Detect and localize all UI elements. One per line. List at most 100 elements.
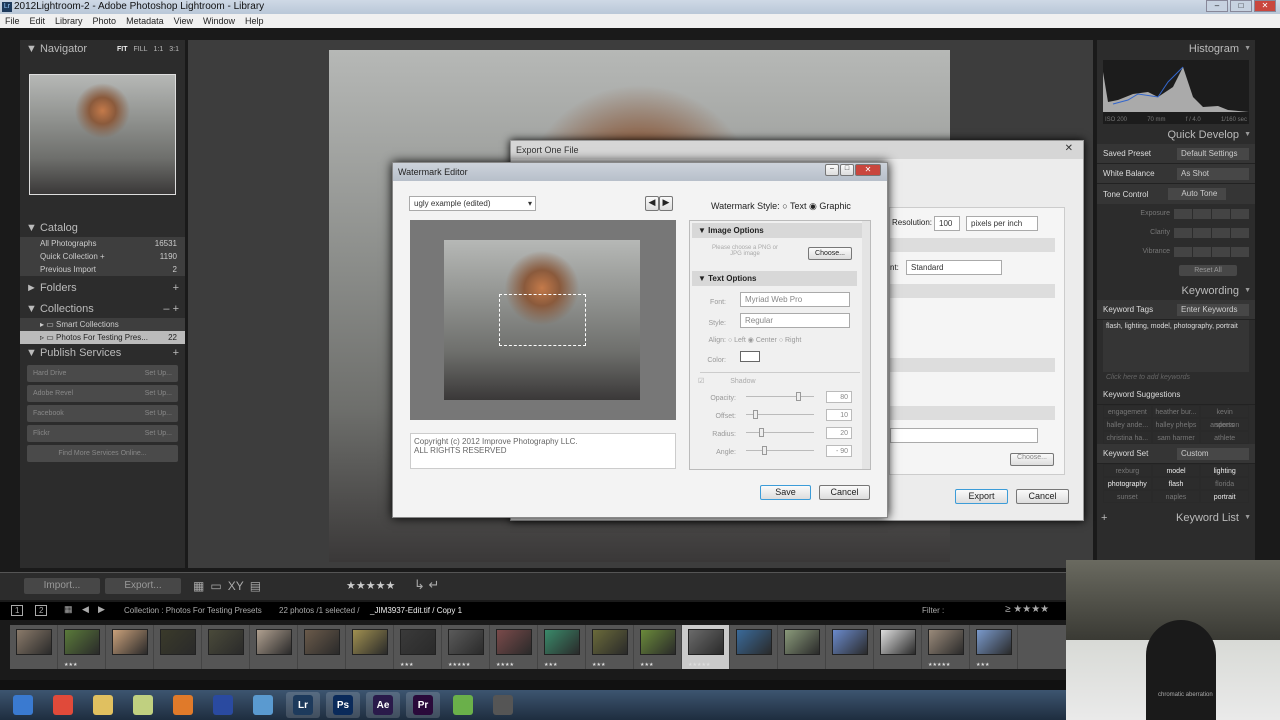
taskbar-notes-icon[interactable] — [126, 692, 160, 718]
maximize-button[interactable]: □ — [1230, 0, 1252, 12]
choose-image-button[interactable]: Choose... — [808, 247, 852, 260]
export-choose-button[interactable]: Choose... — [1010, 453, 1054, 466]
folders-header[interactable]: ► Folders + — [20, 279, 185, 297]
wm-minimize-button[interactable]: – — [825, 164, 839, 176]
taskbar-evernote-icon[interactable] — [446, 692, 480, 718]
menu-photo[interactable]: Photo — [93, 14, 117, 28]
filmstrip-thumbnail[interactable]: ★★★★★ — [442, 625, 490, 669]
filmstrip-thumbnail[interactable] — [10, 625, 58, 669]
collection-photos-for-testing[interactable]: ▹ ▭ Photos For Testing Pres... 22 — [20, 331, 185, 344]
selected-file[interactable]: _JIM3937-Edit.tif / Copy 1 — [370, 606, 462, 615]
watermark-text-field[interactable]: Copyright (c) 2012 Improve Photography L… — [410, 433, 676, 469]
rotate-left-icon[interactable]: ↳ — [414, 577, 425, 592]
source-path[interactable]: Collection : Photos For Testing Presets — [124, 606, 262, 615]
zoom-3-1[interactable]: 3:1 — [169, 46, 179, 53]
filmstrip-thumbnail[interactable]: ★★★★ — [490, 625, 538, 669]
keyword-suggestion[interactable]: halley ande... — [1103, 418, 1152, 431]
publish-adobe-revel[interactable]: Adobe Revel Set Up... — [27, 385, 178, 402]
keyword-tags-mode-select[interactable]: Enter Keywords — [1177, 303, 1249, 316]
options-scrollbar[interactable] — [862, 221, 870, 469]
keyword-suggestion[interactable]: athlete — [1200, 431, 1249, 444]
zoom-fill[interactable]: FILL — [134, 46, 148, 53]
taskbar-start-icon[interactable] — [6, 692, 40, 718]
catalog-header[interactable]: ▼ Catalog — [20, 219, 185, 237]
zoom-fit[interactable]: FIT — [117, 46, 128, 53]
resolution-unit-select[interactable]: pixels per inch — [966, 216, 1038, 231]
style-text-radio[interactable]: ○ Text — [782, 201, 806, 211]
watermark-cancel-button[interactable]: Cancel — [819, 485, 870, 500]
add-keywords-input[interactable]: Click here to add keywords — [1103, 372, 1249, 385]
filter-stars[interactable]: ≥ ★★★★ — [1005, 604, 1049, 615]
filmstrip-thumbnail[interactable] — [874, 625, 922, 669]
align-left-radio[interactable]: ○ Left — [728, 337, 746, 344]
font-select[interactable]: Myriad Web Pro — [740, 292, 850, 307]
taskbar-firefox-icon[interactable] — [166, 692, 200, 718]
keyword-suggestion[interactable]: heather bur... — [1151, 405, 1201, 418]
keyword-set-item[interactable]: photography — [1103, 477, 1152, 490]
resolution-input[interactable]: 100 — [934, 216, 960, 231]
export-button[interactable]: Export... — [105, 578, 181, 594]
filmstrip-thumbnail[interactable] — [346, 625, 394, 669]
quick-develop-header[interactable]: Quick Develop — [1097, 126, 1255, 144]
menu-metadata[interactable]: Metadata — [126, 14, 164, 28]
close-button[interactable]: ✕ — [1254, 0, 1276, 12]
filmstrip-thumbnail[interactable]: ★★★★★ — [682, 625, 730, 669]
navigator-header[interactable]: ▼ Navigator FIT FILL 1:1 3:1 — [20, 40, 185, 58]
taskbar-camera-icon[interactable] — [486, 692, 520, 718]
publish-hard-drive[interactable]: Hard Drive Set Up... — [27, 365, 178, 382]
menu-view[interactable]: View — [174, 14, 193, 28]
keyword-set-item[interactable]: lighting — [1200, 464, 1249, 477]
filmstrip-thumbnail[interactable]: ★★★ — [538, 625, 586, 669]
grid-icon[interactable]: ▦ — [64, 604, 73, 615]
import-button[interactable]: Import... — [24, 578, 100, 594]
shadow-checkbox[interactable]: ☑ — [698, 378, 704, 385]
keyword-set-item[interactable]: naples — [1151, 490, 1201, 503]
add-publish-icon[interactable]: + — [173, 347, 179, 359]
navigator-preview[interactable] — [29, 74, 176, 195]
keyword-suggestion[interactable]: christina ha... — [1103, 431, 1152, 444]
catalog-item-quick-collection[interactable]: Quick Collection +1190 — [20, 250, 185, 263]
histogram-header[interactable]: Histogram — [1097, 40, 1255, 58]
opacity-slider[interactable] — [746, 392, 814, 401]
next-image-button[interactable]: ▶ — [659, 196, 673, 211]
menu-help[interactable]: Help — [245, 14, 264, 28]
export-cancel-button[interactable]: Cancel — [1016, 489, 1069, 504]
keyword-suggestion[interactable]: engagement — [1103, 405, 1152, 418]
keyword-tags-field[interactable]: flash, lighting, model, photography, por… — [1103, 320, 1249, 372]
watermark-bounding-box[interactable] — [499, 294, 586, 346]
taskbar-ps-icon[interactable]: Ps — [326, 692, 360, 718]
watermark-save-button[interactable]: Save — [760, 485, 811, 500]
keyword-set-item[interactable]: rexburg — [1103, 464, 1152, 477]
keyword-set-item[interactable]: florida — [1200, 477, 1249, 490]
radius-slider[interactable] — [746, 428, 814, 437]
keyword-suggestion[interactable]: sports — [1200, 418, 1249, 431]
find-more-services-button[interactable]: Find More Services Online... — [27, 445, 178, 462]
publish-flickr[interactable]: Flickr Set Up... — [27, 425, 178, 442]
keyword-suggestion[interactable]: sam harmer — [1151, 431, 1201, 444]
filmstrip-thumbnail[interactable] — [298, 625, 346, 669]
filmstrip-thumbnail[interactable]: ★★★ — [394, 625, 442, 669]
angle-slider[interactable] — [746, 446, 814, 455]
menu-library[interactable]: Library — [55, 14, 83, 28]
offset-slider[interactable] — [746, 410, 814, 419]
publish-facebook[interactable]: Facebook Set Up... — [27, 405, 178, 422]
compare-view-icon[interactable]: XY — [228, 579, 244, 593]
watermark-preset-select[interactable]: ugly example (edited) ▾ — [409, 196, 536, 211]
filmstrip-thumbnail[interactable] — [202, 625, 250, 669]
keyword-set-item[interactable]: model — [1151, 464, 1201, 477]
filmstrip-thumbnail[interactable]: ★★★ — [634, 625, 682, 669]
exposure-buttons[interactable] — [1174, 208, 1249, 219]
filmstrip-thumbnail[interactable] — [826, 625, 874, 669]
primary-display-button[interactable]: 1 — [11, 605, 24, 616]
taskbar-audio-icon[interactable] — [206, 692, 240, 718]
radius-input[interactable]: 20 — [826, 427, 852, 439]
add-keyword-icon[interactable]: + — [1101, 509, 1107, 527]
menu-window[interactable]: Window — [203, 14, 235, 28]
keyword-list-header[interactable]: + Keyword List — [1097, 509, 1255, 527]
export-close-icon[interactable]: ✕ — [1065, 143, 1073, 154]
color-swatch[interactable] — [740, 351, 760, 362]
catalog-item-all-photographs[interactable]: All Photographs 16531 — [20, 237, 185, 250]
text-options-header[interactable]: ▼ Text Options — [692, 271, 857, 286]
filmstrip-thumbnail[interactable]: ★★★ — [58, 625, 106, 669]
auto-tone-button[interactable]: Auto Tone — [1168, 188, 1227, 200]
